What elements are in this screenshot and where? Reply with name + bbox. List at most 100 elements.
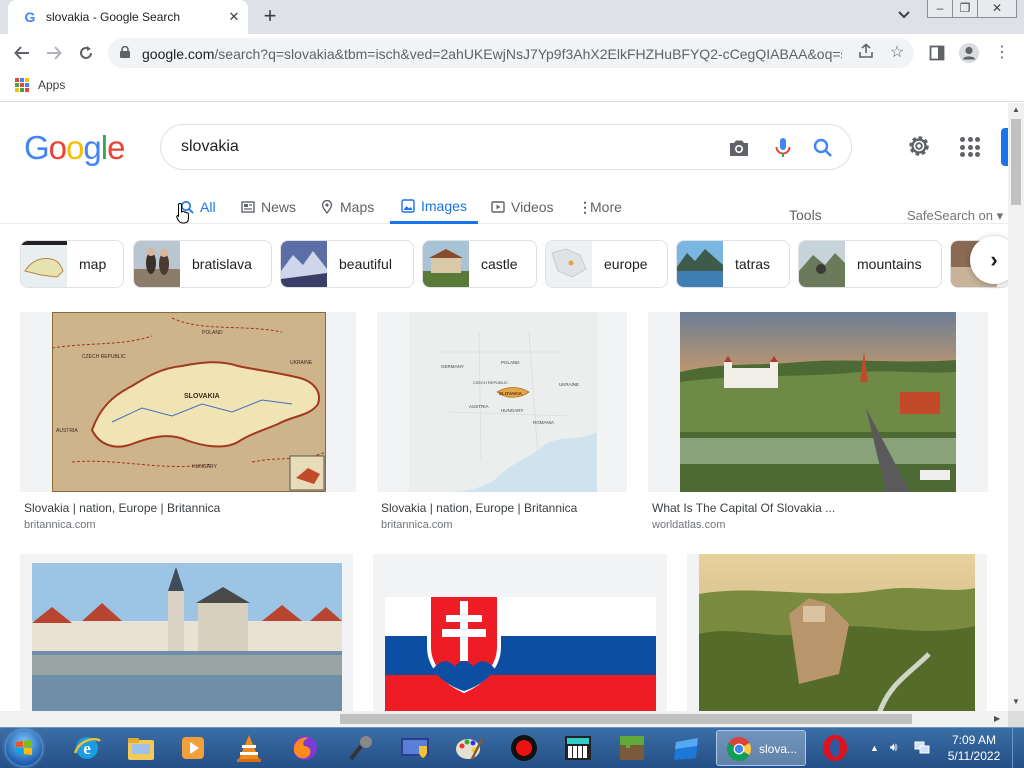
result-card-2[interactable]: GERMANY POLAND CZECH REPUBLIC SLOVAKIA U… [377,312,627,492]
horizontal-scrollbar[interactable]: ▶ [0,711,1008,727]
profile-avatar-icon[interactable] [957,41,981,65]
tray-expand-arrow-icon[interactable]: ▲ [870,743,879,753]
result-card-3[interactable] [648,312,988,492]
media-player-icon [182,737,204,759]
apps-grid-icon[interactable] [15,78,29,92]
vertical-scrollbar[interactable]: ▲ ▼ [1008,103,1024,711]
side-panel-icon[interactable] [925,41,949,65]
tab-videos[interactable]: Videos [491,190,554,224]
taskbar-blue-app[interactable] [662,730,712,766]
taskbar-security-app[interactable] [390,730,440,766]
sign-in-button[interactable] [1001,128,1008,166]
google-logo[interactable]: Google [24,129,125,167]
result-image-slovakia-flag[interactable] [385,597,656,711]
tab-more[interactable]: ⋮ More [578,190,622,224]
result-source[interactable]: britannica.com [381,519,453,531]
result-image-bratislava-castle[interactable] [680,312,956,492]
taskbar-paint[interactable] [444,730,494,766]
google-apps-icon[interactable] [960,137,980,157]
new-tab-button[interactable]: + [258,5,282,29]
tab-images[interactable]: Images [390,190,478,224]
chip-bratislava[interactable]: bratislava [133,240,272,288]
clock-time[interactable]: 7:09 AM [944,733,1004,747]
shield-monitor-icon [401,738,429,758]
taskbar-piano-app[interactable] [553,730,603,766]
microphone-icon[interactable] [771,136,795,160]
tab-search-chevron-icon[interactable] [894,8,914,26]
map-label: POLAND [501,360,520,365]
result-card-5[interactable] [373,554,667,711]
result-card-4[interactable] [20,554,353,711]
address-bar[interactable]: google.com/search?q=slovakia&tbm=isch&ve… [108,38,914,68]
scroll-up-arrow-icon[interactable]: ▲ [1012,105,1020,114]
result-source[interactable]: britannica.com [24,519,96,531]
minimize-button[interactable]: – [927,0,953,18]
back-button[interactable] [10,41,34,65]
chip-europe[interactable]: europe [545,240,668,288]
chrome-menu-icon[interactable]: ⋮ [990,41,1014,65]
map-label: ROMANIA [533,420,554,425]
tab-maps[interactable]: Maps [320,190,374,224]
gear-icon[interactable] [906,133,932,159]
horizontal-scroll-thumb[interactable] [340,714,912,724]
close-window-button[interactable]: ✕ [977,0,1017,18]
taskbar-chrome[interactable]: slova... [716,730,806,766]
result-title[interactable]: Slovakia | nation, Europe | Britannica [381,501,577,515]
map-label: GERMANY [441,364,464,369]
result-image-slovakia-map[interactable]: SLOVAKIA AUSTRIA HUNGARY CZECH REPUBLIC … [52,312,326,492]
apps-bookmark[interactable]: Apps [38,78,65,92]
start-button[interactable] [6,730,42,766]
chip-tatras[interactable]: tatras [676,240,790,288]
network-icon[interactable] [914,739,930,758]
taskbar-firefox[interactable] [280,730,330,766]
restore-button[interactable]: ❐ [952,0,978,18]
scroll-right-arrow-icon[interactable]: ▶ [994,714,1000,723]
taskbar-opera[interactable] [810,730,860,766]
taskbar-microphone-app[interactable] [336,730,386,766]
result-card-6[interactable] [687,554,987,711]
blue-tiles-icon [674,738,698,760]
result-image-orava-castle[interactable] [699,554,975,711]
reload-button[interactable] [74,41,98,65]
search-input[interactable]: slovakia [181,138,239,156]
search-icon[interactable] [811,136,835,160]
url-text[interactable]: google.com/search?q=slovakia&tbm=isch&ve… [142,46,842,62]
clock-date[interactable]: 5/11/2022 [944,749,1004,763]
result-title[interactable]: Slovakia | nation, Europe | Britannica [24,501,220,515]
search-box[interactable]: slovakia [160,124,852,170]
camera-icon[interactable] [727,136,751,160]
tab-close-icon[interactable]: ✕ [226,9,242,25]
chip-beautiful[interactable]: beautiful [280,240,414,288]
map-label: AUSTRIA [56,428,78,434]
tools-button[interactable]: Tools [789,207,822,223]
forward-button[interactable] [42,41,66,65]
vertical-scroll-thumb[interactable] [1011,119,1021,205]
result-title[interactable]: What Is The Capital Of Slovakia ... [652,501,835,515]
safesearch-dropdown[interactable]: SafeSearch on ▾ [907,208,1003,224]
map-label: AUSTRIA [469,404,489,409]
chip-castle[interactable]: castle [422,240,537,288]
scroll-down-arrow-icon[interactable]: ▼ [1012,697,1020,706]
taskbar-recorder[interactable] [499,730,549,766]
show-desktop-button[interactable] [1012,728,1024,768]
chip-map[interactable]: map [20,240,124,288]
taskbar-minecraft[interactable] [607,730,657,766]
result-card-1[interactable]: SLOVAKIA AUSTRIA HUNGARY CZECH REPUBLIC … [20,312,356,492]
windows-taskbar: e slova... ▲ 🔊︎ 7:09 AM 5/11/2022 [0,727,1024,768]
taskbar-file-explorer[interactable] [116,730,166,766]
taskbar-media-player[interactable] [168,730,218,766]
search-tabs: All News Maps Images Videos ⋮ More [0,190,1008,224]
chip-thumbnail [546,241,592,287]
result-image-bardejov-square[interactable] [32,563,342,711]
result-image-europe-map[interactable]: GERMANY POLAND CZECH REPUBLIC SLOVAKIA U… [409,312,597,492]
volume-icon[interactable]: 🔊︎ [890,740,898,755]
result-source[interactable]: worldatlas.com [652,519,725,531]
tab-strip: G slovakia - Google Search ✕ + – ❐ ✕ [0,0,1024,34]
taskbar-vlc[interactable] [224,730,274,766]
tab-news[interactable]: News [241,190,296,224]
share-icon[interactable] [856,43,876,63]
browser-tab-active[interactable]: G slovakia - Google Search ✕ [8,0,248,34]
taskbar-internet-explorer[interactable]: e [62,730,112,766]
chip-mountains[interactable]: mountains [798,240,942,288]
bookmark-star-icon[interactable]: ☆ [887,43,907,63]
